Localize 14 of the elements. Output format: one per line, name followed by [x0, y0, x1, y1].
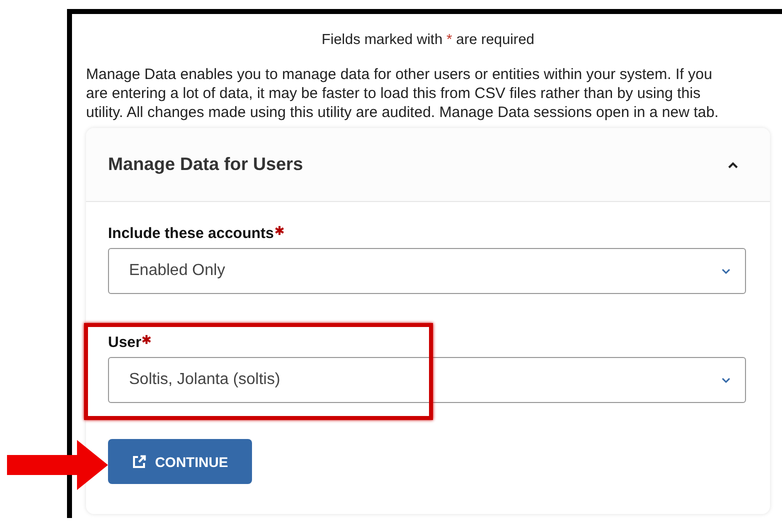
field-label: Include these accounts: [108, 225, 274, 242]
chevron-down-icon: [721, 376, 731, 384]
external-link-icon: [132, 454, 146, 468]
required-asterisk: *: [446, 32, 452, 48]
required-note: Fields marked with: [322, 32, 443, 48]
dropdown-field[interactable]: Soltis, Jolanta (soltis): [108, 357, 746, 403]
intro-paragraph: Manage Data enables you to manage data for other users or entities within your system. If you are entering a lot of data, it may be faster to load this from CSV files rather than by using this utility. All changes made using this utility are audited. Manage Data sessions open in a new tab.: [86, 65, 720, 122]
continue-button[interactable]: CONTINUE: [108, 439, 252, 484]
chevron-up-icon[interactable]: [727, 160, 739, 168]
panel-title: Manage Data for Users: [108, 154, 304, 175]
chevron-down-icon: [721, 268, 731, 274]
required-note: are required: [456, 32, 534, 48]
dropdown-field[interactable]: Enabled Only: [108, 248, 746, 294]
field-label: User: [108, 334, 142, 351]
